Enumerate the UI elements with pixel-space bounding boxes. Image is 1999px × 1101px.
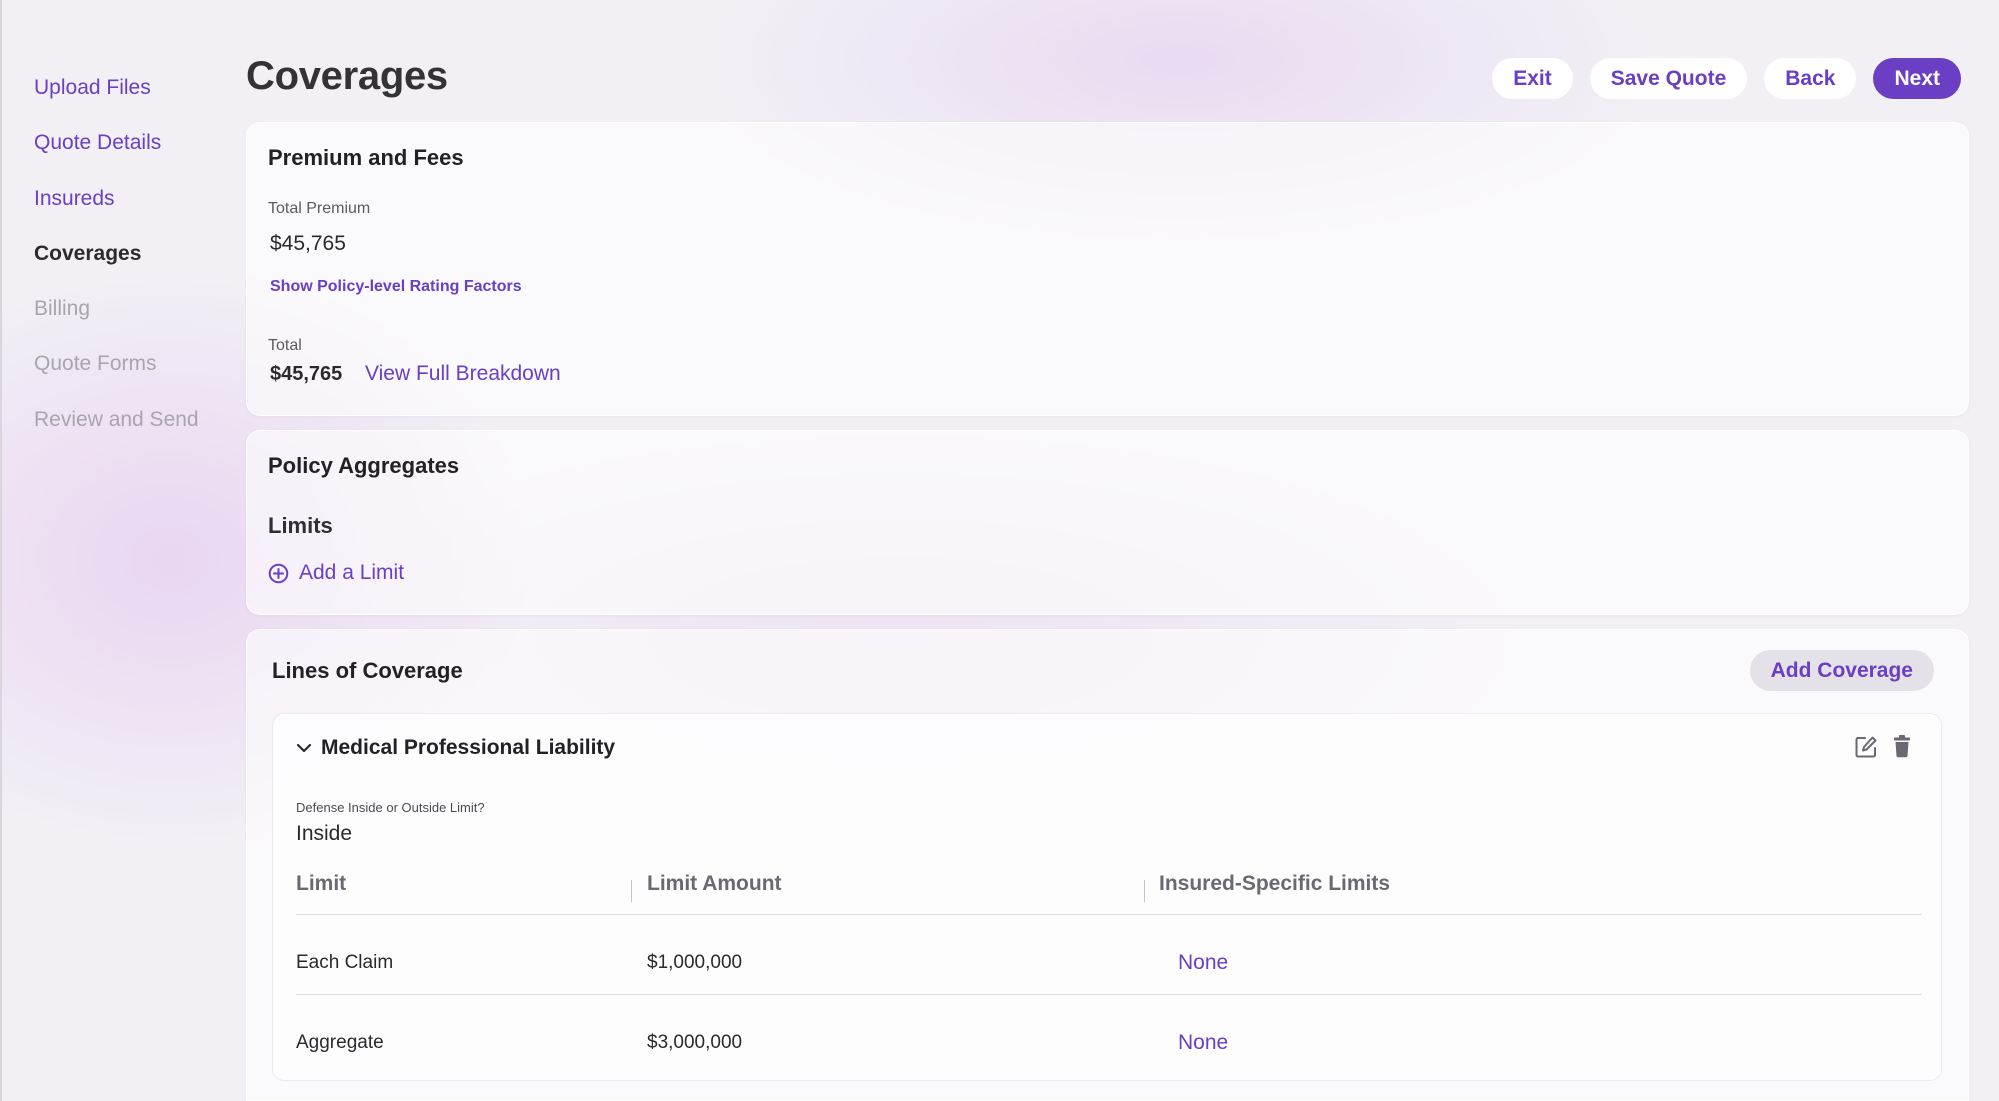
- limit-amount-cell: $1,000,000: [647, 952, 743, 973]
- view-full-breakdown-link[interactable]: View Full Breakdown: [365, 362, 561, 386]
- lines-of-coverage-card: Lines of Coverage Add Coverage Medical P…: [246, 629, 1969, 1101]
- plus-circle-icon: [268, 563, 289, 584]
- column-separator: [1144, 880, 1145, 902]
- table-divider: [296, 994, 1921, 995]
- sidebar-item-quote-details[interactable]: Quote Details: [34, 125, 234, 180]
- left-border: [0, 0, 2, 1101]
- policy-aggregates-title: Policy Aggregates: [268, 453, 460, 478]
- edit-icon[interactable]: [1853, 734, 1881, 762]
- coverage-header-toggle[interactable]: Medical Professional Liability: [295, 736, 615, 760]
- policy-aggregates-card: Policy Aggregates Limits Add a Limit: [246, 430, 1969, 615]
- sidebar-item-quote-forms: Quote Forms: [34, 352, 157, 376]
- limit-amount-cell: $3,000,000: [647, 1032, 743, 1053]
- next-button[interactable]: Next: [1873, 58, 1961, 99]
- show-rating-factors-link[interactable]: Show Policy-level Rating Factors: [270, 278, 522, 296]
- limit-name-cell: Each Claim: [296, 952, 394, 973]
- column-header-insured-specific-limits: Insured-Specific Limits: [1159, 872, 1391, 895]
- total-label: Total: [268, 337, 302, 354]
- premium-title: Premium and Fees: [268, 145, 464, 170]
- total-value: $45,765: [270, 363, 343, 385]
- page-title: Coverages: [246, 54, 448, 98]
- back-button[interactable]: Back: [1764, 58, 1857, 99]
- insured-specific-limits-link[interactable]: None: [1178, 1031, 1228, 1055]
- defense-label: Defense Inside or Outside Limit?: [296, 800, 485, 815]
- lines-of-coverage-title: Lines of Coverage: [272, 658, 463, 683]
- coverage-name: Medical Professional Liability: [321, 736, 616, 759]
- defense-value: Inside: [296, 822, 353, 845]
- sidebar-item-upload-files[interactable]: Upload Files: [34, 70, 234, 125]
- add-limit-button[interactable]: Add a Limit: [268, 561, 404, 585]
- premium-and-fees-card: Premium and Fees Total Premium $45,765 S…: [246, 122, 1969, 416]
- sidebar-item-billing: Billing: [34, 297, 91, 321]
- chevron-down-icon: [295, 739, 313, 757]
- save-quote-button[interactable]: Save Quote: [1589, 58, 1748, 99]
- insured-specific-limits-link[interactable]: None: [1178, 951, 1228, 975]
- coverage-item: Medical Professional Liability Defense I…: [272, 713, 1942, 1081]
- sidebar-item-insureds[interactable]: Insureds: [34, 181, 234, 236]
- sidebar-nav: Upload Files Quote Details Insureds Cove…: [34, 70, 234, 457]
- column-header-limit: Limit: [296, 872, 347, 895]
- total-premium-label: Total Premium: [268, 200, 371, 217]
- column-separator: [631, 880, 632, 902]
- table-divider: [296, 914, 1921, 915]
- add-limit-label: Add a Limit: [299, 561, 405, 584]
- add-coverage-button[interactable]: Add Coverage: [1749, 650, 1934, 691]
- exit-button[interactable]: Exit: [1492, 58, 1573, 99]
- trash-icon[interactable]: [1891, 734, 1919, 762]
- limits-title: Limits: [268, 513, 333, 538]
- sidebar-item-coverages[interactable]: Coverages: [34, 236, 234, 291]
- limit-name-cell: Aggregate: [296, 1032, 384, 1053]
- header-actions: Exit Save Quote Back Next: [1492, 58, 1961, 99]
- column-header-limit-amount: Limit Amount: [647, 872, 782, 895]
- total-premium-value: $45,765: [270, 232, 346, 255]
- sidebar-item-review-and-send: Review and Send: [34, 407, 199, 431]
